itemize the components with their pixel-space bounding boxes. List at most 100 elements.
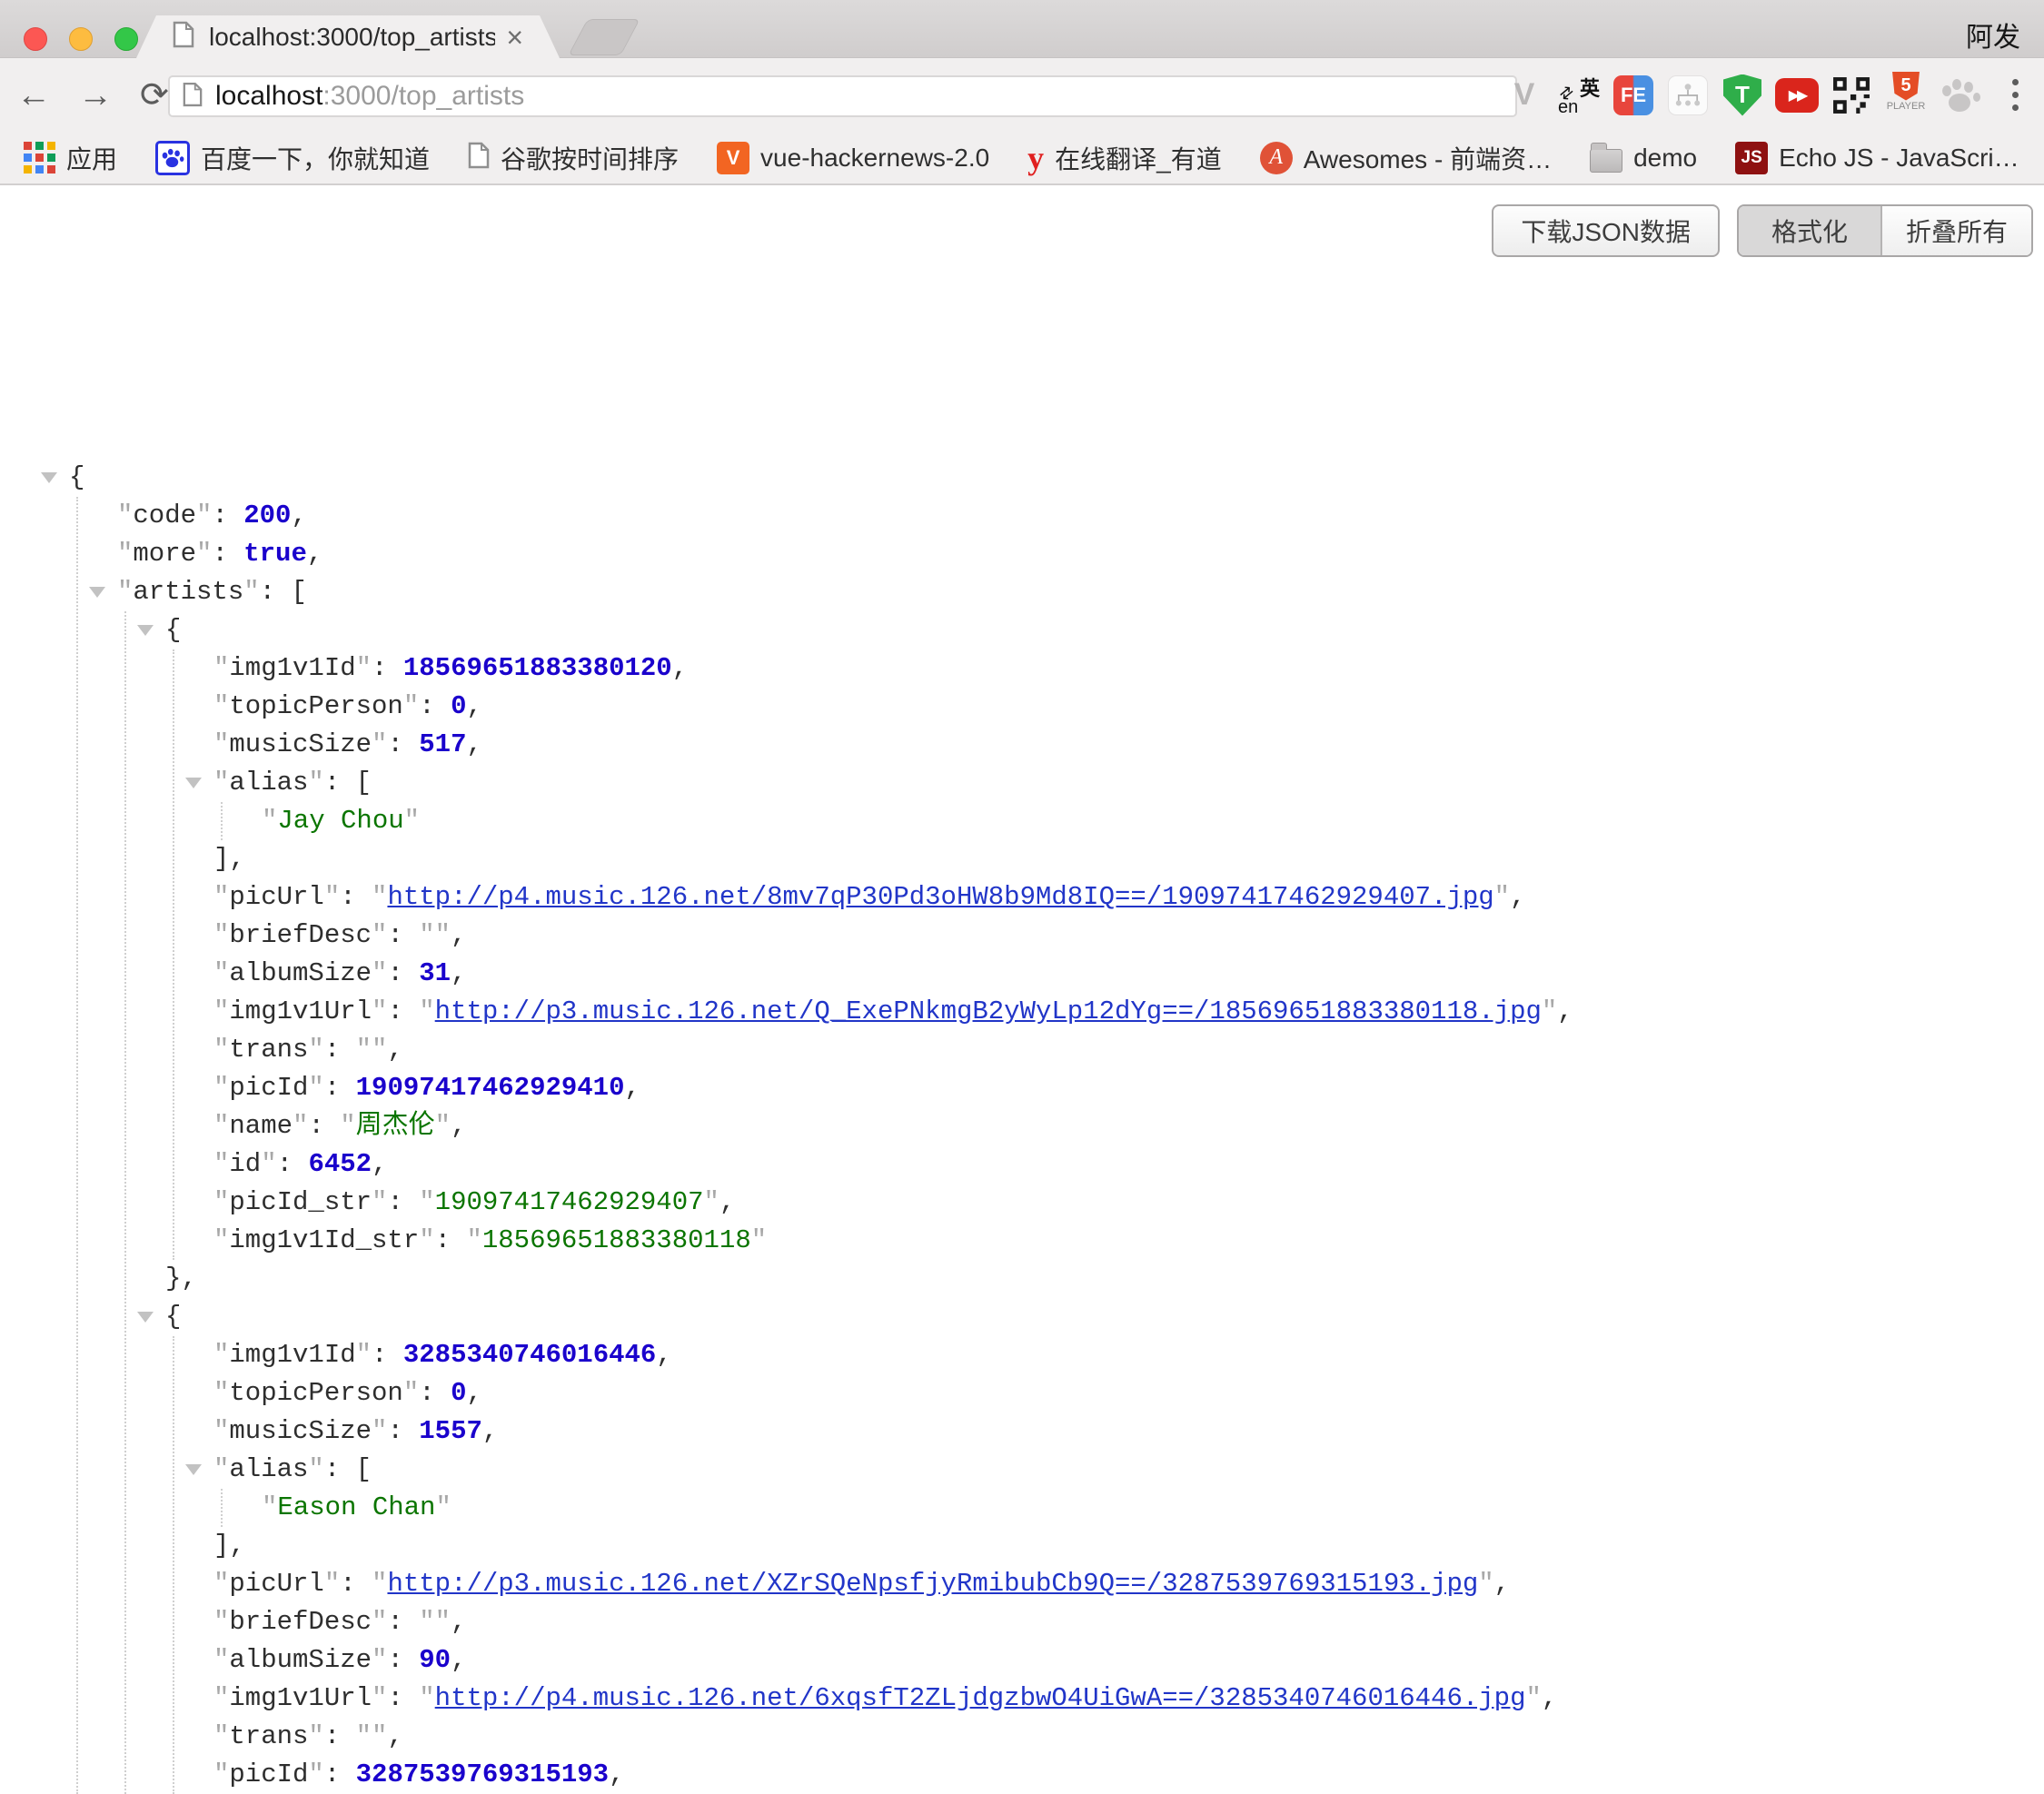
json-punct: : <box>387 1683 419 1713</box>
json-key: topicPerson <box>213 691 419 721</box>
shield-extension-icon[interactable]: T <box>1721 72 1764 119</box>
json-line: topicPerson: 0, <box>0 688 2044 726</box>
paw-extension-icon[interactable] <box>1939 72 1982 119</box>
echojs-icon: JS <box>1735 142 1768 174</box>
json-line: picId_str: 19097417462929407, <box>0 1184 2044 1222</box>
youdao-y-icon: y <box>1027 139 1044 177</box>
json-link[interactable]: http://p3.music.126.net/XZrSQeNpsfjyRmib… <box>372 1569 1494 1599</box>
new-tab-button[interactable] <box>568 19 640 55</box>
json-punct: : <box>435 1225 467 1255</box>
json-number: 200 <box>243 501 291 530</box>
json-number: 517 <box>419 729 466 759</box>
json-number: true <box>243 539 307 569</box>
reload-icon[interactable]: ⟳ <box>140 78 169 113</box>
json-number: 3285340746016446 <box>403 1340 656 1370</box>
json-line: img1v1Id_str: 18569651883380118 <box>0 1222 2044 1260</box>
bookmark-demo-folder[interactable]: demo <box>1590 144 1697 173</box>
collapse-arrow-icon[interactable] <box>185 1464 202 1475</box>
json-key: topicPerson <box>213 1378 419 1408</box>
collapse-arrow-icon[interactable] <box>41 472 57 483</box>
browser-toolbar: ← → ⟳ localhost:3000/top_artists V 英 ⇄ e… <box>0 58 2044 132</box>
json-key: img1v1Id <box>213 653 372 683</box>
close-window-button[interactable] <box>24 27 47 51</box>
browser-profile-name[interactable]: 阿发 <box>1966 15 2020 55</box>
bookmark-apps[interactable]: 应用 <box>24 140 117 176</box>
url-text: localhost:3000/top_artists <box>215 81 524 112</box>
json-number: 3287539769315193 <box>356 1759 609 1789</box>
fe-extension-icon[interactable]: FE <box>1612 72 1655 119</box>
download-json-button[interactable]: 下载JSON数据 <box>1492 204 1720 257</box>
json-link[interactable]: http://p4.music.126.net/8mv7qP30Pd3oHW8b… <box>372 882 1510 912</box>
json-punct: : <box>387 958 419 988</box>
bookmark-youdao[interactable]: y 在线翻译_有道 <box>1027 139 1222 177</box>
format-button[interactable]: 格式化 <box>1739 206 1880 255</box>
url-host: localhost <box>215 81 322 111</box>
browser-tab[interactable]: localhost:3000/top_artists × <box>136 15 560 58</box>
tab-close-icon[interactable]: × <box>506 23 523 52</box>
indent-guide <box>173 649 174 1260</box>
indent-guide <box>124 611 126 1794</box>
json-punct: : <box>419 1378 451 1408</box>
json-key: img1v1Url <box>213 996 387 1026</box>
view-mode-switch: 格式化 折叠所有 <box>1737 204 2033 257</box>
json-line: briefDesc: , <box>0 1603 2044 1641</box>
json-key: img1v1Id_str <box>213 1225 435 1255</box>
fast-forward-icon: ▶▶ <box>1775 78 1819 113</box>
json-key: id <box>213 1149 277 1179</box>
bookmark-label: 百度一下，你就知道 <box>201 140 430 176</box>
bookmark-awesomes[interactable]: A Awesomes - 前端资… <box>1260 140 1552 176</box>
json-punct: , <box>291 501 306 530</box>
json-number: 0 <box>451 691 466 721</box>
bookmark-label: 应用 <box>66 140 117 176</box>
minimize-window-button[interactable] <box>69 27 93 51</box>
collapse-arrow-icon[interactable] <box>137 1312 154 1323</box>
json-key: alias <box>213 768 324 798</box>
json-number: 18569651883380120 <box>403 653 672 683</box>
video-speed-extension-icon[interactable]: ▶▶ <box>1775 72 1819 119</box>
json-punct: : <box>324 1759 356 1789</box>
translate-extension-icon[interactable]: 英 ⇄ en <box>1557 72 1601 119</box>
vue-devtools-icon[interactable]: V <box>1503 72 1546 119</box>
json-punct: , <box>672 653 688 683</box>
json-punct: : [ <box>324 768 372 798</box>
json-number: 31 <box>419 958 451 988</box>
json-line: musicSize: 517, <box>0 726 2044 764</box>
html5-player-extension-icon[interactable]: 5 PLAYER <box>1884 72 1928 119</box>
json-punct: }, <box>165 1264 197 1293</box>
address-bar[interactable]: localhost:3000/top_artists <box>168 75 1517 117</box>
qr-code-extension-icon[interactable] <box>1830 72 1873 119</box>
json-line: trans: , <box>0 1031 2044 1069</box>
json-line: ], <box>0 840 2044 878</box>
json-key: picId <box>213 1759 324 1789</box>
json-key: trans <box>213 1035 324 1065</box>
json-punct: : <box>340 1569 372 1599</box>
collapse-arrow-icon[interactable] <box>89 587 105 598</box>
json-link[interactable]: http://p3.music.126.net/Q_ExePNkmgB2yWyL… <box>419 996 1557 1026</box>
json-key: artists <box>117 577 260 607</box>
bookmark-echojs[interactable]: JS Echo JS - JavaScri… <box>1735 142 2019 174</box>
bookmark-vue-hackernews[interactable]: V vue-hackernews-2.0 <box>717 142 989 174</box>
forward-icon[interactable]: → <box>78 78 113 113</box>
json-punct: : <box>387 729 419 759</box>
json-line: albumSize: 90, <box>0 1641 2044 1680</box>
json-punct: , <box>451 958 466 988</box>
zoom-window-button[interactable] <box>114 27 138 51</box>
tab-title: localhost:3000/top_artists <box>209 23 495 52</box>
back-icon[interactable]: ← <box>16 78 51 113</box>
bookmark-baidu[interactable]: 百度一下，你就知道 <box>155 140 430 176</box>
baidu-paw-icon <box>155 141 190 175</box>
collapse-arrow-icon[interactable] <box>137 625 154 636</box>
url-path: :3000/top_artists <box>322 81 524 111</box>
json-key: picUrl <box>213 1569 340 1599</box>
json-string: Eason Chan <box>262 1492 451 1522</box>
json-line: alias: [ <box>0 1451 2044 1489</box>
json-link[interactable]: http://p4.music.126.net/6xqsfT2ZLjdgzbwO… <box>419 1683 1542 1713</box>
collapse-all-button[interactable]: 折叠所有 <box>1880 206 2031 255</box>
browser-menu-icon[interactable] <box>1993 72 2037 119</box>
json-string: 周杰伦 <box>340 1111 451 1141</box>
page-content: 下载JSON数据 格式化 折叠所有 {code: 200,more: true,… <box>0 186 2044 1593</box>
json-punct: ], <box>213 1531 245 1561</box>
collapse-arrow-icon[interactable] <box>185 778 202 788</box>
bookmark-google-sort[interactable]: 谷歌按时间排序 <box>468 140 679 176</box>
sitemap-extension-icon[interactable] <box>1666 72 1710 119</box>
